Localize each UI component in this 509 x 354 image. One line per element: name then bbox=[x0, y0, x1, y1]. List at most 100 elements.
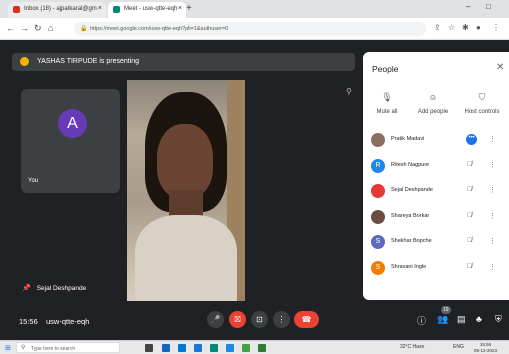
system-clock[interactable]: 15:56 05-12-2023 bbox=[474, 342, 497, 354]
video-face bbox=[157, 124, 213, 198]
back-icon[interactable]: ← bbox=[6, 23, 15, 33]
extensions-icon[interactable]: ✱ bbox=[462, 23, 469, 32]
hang-up-button[interactable]: ☎ bbox=[294, 311, 319, 328]
avatar: S bbox=[371, 235, 385, 249]
address-bar[interactable]: 🔒 https://meet.google.com/usw-qtte-eqh?p… bbox=[74, 22, 426, 36]
participant-name: Shekhar Bopche bbox=[391, 238, 432, 244]
self-avatar: A bbox=[58, 109, 87, 138]
participant-row[interactable]: R Ritesh Nagpure 🎙̸ ⋮ bbox=[363, 154, 509, 180]
forward-icon[interactable]: → bbox=[20, 23, 29, 33]
meeting-code: usw-qtte-eqh bbox=[46, 317, 90, 326]
add-people-button[interactable]: ⍝ Add people bbox=[410, 92, 456, 115]
people-panel: People ✕ 🎙 Mute all ⍝ Add people ⛉ Host … bbox=[363, 52, 509, 300]
host-controls-button[interactable]: ⛉ Host controls bbox=[459, 92, 505, 115]
close-icon[interactable]: ✕ bbox=[496, 62, 504, 73]
weather-text[interactable]: 32°C Haze bbox=[400, 344, 424, 350]
people-icon[interactable]: 👥 bbox=[437, 314, 448, 325]
more-options-icon[interactable]: ⋮ bbox=[489, 186, 496, 194]
more-options-icon[interactable]: ⋮ bbox=[489, 212, 496, 220]
more-options-icon[interactable]: ⋮ bbox=[489, 237, 496, 245]
os-taskbar: ⊞ ⚲ Type here to search 32°C Haze ENG 15… bbox=[0, 340, 509, 354]
app-icon[interactable] bbox=[226, 344, 234, 352]
participant-row[interactable]: Shareya Borkar 🎙̸ ⋮ bbox=[363, 205, 509, 231]
speaker-name: Sejal Deshpande bbox=[36, 285, 87, 292]
search-icon: ⚲ bbox=[21, 345, 26, 351]
chat-icon[interactable]: ▤ bbox=[457, 314, 466, 325]
activities-icon[interactable]: ♣ bbox=[476, 314, 482, 324]
camera-off-button[interactable]: ⛝ bbox=[229, 311, 246, 328]
mic-button[interactable]: 🎤 bbox=[207, 311, 224, 328]
taskbar-search-input[interactable]: ⚲ Type here to search bbox=[16, 342, 120, 353]
video-body bbox=[135, 215, 237, 301]
profile-icon[interactable]: ● bbox=[476, 23, 481, 32]
task-view-icon[interactable] bbox=[145, 344, 153, 352]
tab-gmail[interactable]: Inbox (18) - ajpatkaral@gm × bbox=[8, 2, 106, 18]
pin-icon: 📌 bbox=[22, 285, 31, 292]
more-options-button[interactable]: ⋮ bbox=[273, 311, 290, 328]
participant-count-badge: 19 bbox=[441, 306, 451, 314]
self-tile[interactable]: A You bbox=[21, 89, 120, 193]
mic-off-icon: 🎙̸ bbox=[467, 262, 473, 270]
tab-meet[interactable]: Meet - usw-qtte-eqh × bbox=[108, 2, 186, 18]
meeting-time: 15:56 bbox=[19, 317, 38, 326]
new-tab-icon[interactable]: + bbox=[186, 3, 192, 14]
more-options-icon[interactable]: ⋮ bbox=[489, 161, 496, 169]
mute-all-button[interactable]: 🎙 Mute all bbox=[364, 92, 410, 115]
participant-name: Ritesh Nagpure bbox=[391, 161, 430, 168]
edge-icon[interactable] bbox=[162, 344, 170, 352]
bookmark-icon[interactable]: ☆ bbox=[448, 23, 455, 32]
participant-row[interactable]: S Shekhar Bopche 🎙̸ ⋮ bbox=[363, 230, 509, 256]
pin-icon[interactable]: ⚲ bbox=[346, 87, 352, 96]
excel-icon[interactable] bbox=[258, 344, 266, 352]
close-tab-icon[interactable]: × bbox=[98, 5, 102, 12]
more-options-icon[interactable]: ⋮ bbox=[489, 263, 496, 271]
search-placeholder: Type here to search bbox=[31, 346, 76, 352]
browser-menu-icon[interactable]: ⋮ bbox=[492, 23, 500, 32]
add-people-label: Add people bbox=[417, 109, 449, 115]
store-icon[interactable] bbox=[178, 344, 186, 352]
mic-off-icon: 🎙̸ bbox=[467, 160, 473, 168]
speaking-indicator-icon: ••• bbox=[466, 134, 477, 145]
tab-label: Inbox (18) - ajpatkaral@gm bbox=[24, 6, 97, 12]
presenter-avatar bbox=[20, 57, 29, 66]
browser-toolbar: ← → ↻ ⌂ 🔒 https://meet.google.com/usw-qt… bbox=[0, 18, 509, 40]
reload-icon[interactable]: ↻ bbox=[34, 23, 42, 34]
browser-tab-bar: Inbox (18) - ajpatkaral@gm × Meet - usw-… bbox=[0, 0, 509, 18]
app-icon[interactable] bbox=[210, 344, 218, 352]
participant-row[interactable]: S Shravani Ingle 🎙̸ ⋮ bbox=[363, 256, 509, 282]
chrome-icon[interactable] bbox=[242, 344, 250, 352]
avatar bbox=[371, 133, 385, 147]
info-icon[interactable]: ⓘ bbox=[417, 314, 426, 327]
minimize-icon[interactable]: – bbox=[466, 2, 470, 11]
participant-list: Pratik Madavi ••• ⋮ R Ritesh Nagpure 🎙̸ … bbox=[363, 128, 509, 281]
mute-all-label: Mute all bbox=[376, 109, 398, 115]
presenting-text: YASHAS TIRPUDE is presenting bbox=[37, 58, 140, 65]
participant-row[interactable]: Sejal Deshpande 🎙̸ ⋮ bbox=[363, 179, 509, 205]
explorer-icon[interactable] bbox=[194, 344, 202, 352]
participant-name: Shareya Borkar bbox=[391, 212, 430, 219]
participant-name: Sejal Deshpande bbox=[391, 187, 433, 193]
mic-off-icon: 🎙 bbox=[381, 92, 393, 102]
windows-start-icon[interactable]: ⊞ bbox=[5, 344, 11, 352]
participant-row[interactable]: Pratik Madavi ••• ⋮ bbox=[363, 128, 509, 154]
mic-off-icon: 🎙̸ bbox=[467, 211, 473, 219]
tab-label: Meet - usw-qtte-eqh bbox=[124, 6, 178, 12]
participant-name: Pratik Madavi bbox=[391, 136, 425, 142]
lock-icon: 🔒 bbox=[80, 26, 88, 32]
main-speaker-video bbox=[127, 80, 245, 301]
language-indicator[interactable]: ENG bbox=[453, 344, 464, 350]
home-icon[interactable]: ⌂ bbox=[48, 23, 53, 33]
url-text: https://meet.google.com/usw-qtte-eqh?pli… bbox=[90, 26, 229, 32]
close-tab-icon[interactable]: × bbox=[178, 5, 182, 12]
avatar: R bbox=[371, 158, 385, 173]
more-options-icon[interactable]: ⋮ bbox=[489, 135, 496, 143]
meet-area: YASHAS TIRPUDE is presenting ⚲ A You 📌 Se… bbox=[0, 40, 509, 340]
host-controls-icon[interactable]: ⛨ bbox=[495, 314, 502, 325]
maximize-icon[interactable]: □ bbox=[486, 2, 491, 11]
presenting-banner: YASHAS TIRPUDE is presenting bbox=[12, 53, 355, 71]
avatar bbox=[371, 184, 385, 198]
present-button[interactable]: ⊡ bbox=[251, 311, 268, 328]
share-icon[interactable]: ⇪ bbox=[434, 23, 441, 32]
people-panel-title: People bbox=[372, 64, 399, 74]
gmail-icon bbox=[13, 6, 20, 13]
